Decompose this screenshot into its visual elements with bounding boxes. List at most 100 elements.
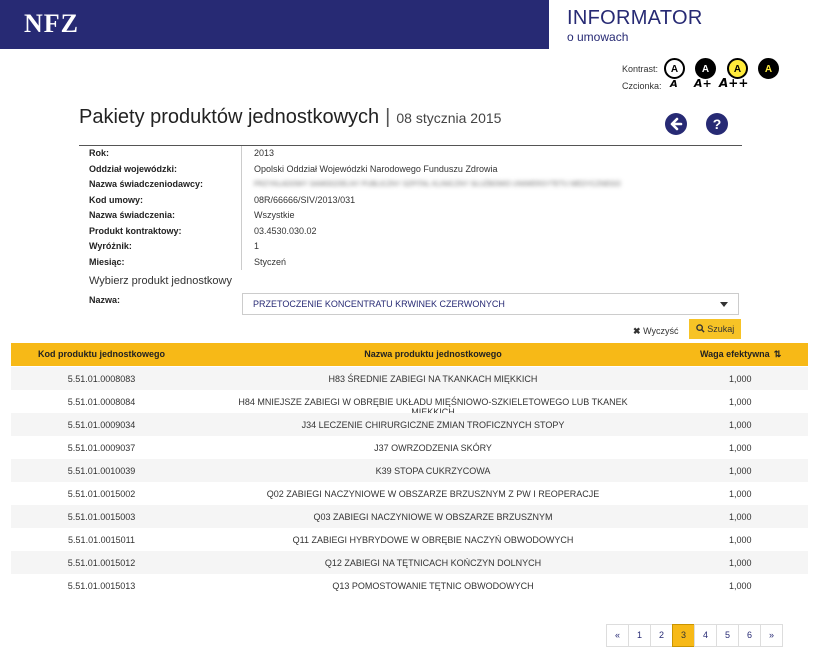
table-row[interactable]: 5.51.01.0010039 K39 STOPA CUKRZYCOWA 1,000 bbox=[11, 459, 808, 482]
cell-code: 5.51.01.0015011 bbox=[68, 535, 135, 545]
page-title-text: Pakiety produktów jednostkowych bbox=[79, 106, 380, 128]
font-xlarge-button[interactable]: A++ bbox=[719, 76, 748, 90]
detail-value: 1 bbox=[254, 241, 260, 251]
table-row[interactable]: 5.51.01.0008084 H84 MNIEJSZE ZABIEGI W OB… bbox=[11, 390, 808, 417]
column-header-name[interactable]: Nazwa produktu jednostkowego bbox=[233, 349, 633, 359]
cell-name: H83 ŚREDNIE ZABIEGI NA TKANKACH MIĘKKICH bbox=[328, 374, 538, 384]
search-label: Szukaj bbox=[707, 324, 735, 334]
table-row[interactable]: 5.51.01.0009037 J37 OWRZODZENIA SKÓRY 1,00… bbox=[11, 436, 808, 459]
contract-details: Rok: 2013 Oddział wojewódzki: Opolski Oddz… bbox=[79, 145, 742, 270]
cell-weight: 1,000 bbox=[729, 420, 752, 430]
font-size-label: Czcionka: bbox=[622, 81, 662, 91]
table-row[interactable]: 5.51.01.0008083 H83 ŚREDNIE ZABIEGI NA TK… bbox=[11, 367, 808, 390]
help-button[interactable]: ? bbox=[706, 113, 728, 135]
page-button[interactable]: 1 bbox=[628, 624, 651, 647]
page-button[interactable]: 4 bbox=[694, 624, 717, 647]
cell-weight: 1,000 bbox=[729, 443, 752, 453]
table-row[interactable]: 5.51.01.0009034 J34 LECZENIE CHIRURGICZNE… bbox=[11, 413, 808, 436]
font-large-button[interactable]: A+ bbox=[694, 77, 712, 90]
detail-row: Produkt kontraktowy: 03.4530.030.02 bbox=[79, 223, 742, 239]
table-row[interactable]: 5.51.01.0015003 Q03 ZABIEGI NACZYNIOWE W … bbox=[11, 505, 808, 528]
cell-code: 5.51.01.0009037 bbox=[67, 443, 136, 453]
sort-icon[interactable]: ⇅ bbox=[774, 349, 782, 359]
cell-name: Q13 POMOSTOWANIE TĘTNIC OBWODOWYCH bbox=[332, 581, 534, 591]
nfz-logo[interactable]: NFZ bbox=[24, 9, 79, 39]
name-label: Nazwa: bbox=[89, 295, 121, 305]
cell-name: Q03 ZABIEGI NACZYNIOWE W OBSZARZE BRZUSZ… bbox=[313, 512, 553, 522]
cell-weight: 1,000 bbox=[729, 397, 752, 407]
chevron-down-icon bbox=[720, 302, 728, 307]
clear-button[interactable]: ✖ Wyczyść bbox=[633, 322, 678, 340]
cell-weight: 1,000 bbox=[729, 466, 752, 476]
detail-value: Wszystkie bbox=[254, 210, 295, 220]
detail-row: Nazwa świadczenia: Wszystkie bbox=[79, 208, 742, 224]
font-normal-button[interactable]: A bbox=[670, 79, 678, 90]
title-separator: | bbox=[385, 106, 391, 128]
close-icon: ✖ bbox=[633, 326, 641, 336]
cell-weight: 1,000 bbox=[729, 535, 752, 545]
cell-code: 5.51.01.0015002 bbox=[67, 489, 136, 499]
detail-row: Kod umowy: 08R/66666/SIV/2013/031 bbox=[79, 192, 742, 208]
cell-code: 5.51.01.0015012 bbox=[67, 558, 136, 568]
product-select-value: PRZETOCZENIE KONCENTRATU KRWINEK CZERWON… bbox=[253, 299, 505, 309]
cell-weight: 1,000 bbox=[729, 489, 752, 499]
cell-code: 5.51.01.0008084 bbox=[67, 397, 136, 407]
table-row[interactable]: 5.51.01.0015011 Q11 ZABIEGI HYBRYDOWE W O… bbox=[11, 528, 808, 551]
column-header-code[interactable]: Kod produktu jednostkowego bbox=[11, 349, 192, 359]
cell-name: Q02 ZABIEGI NACZYNIOWE W OBSZARZE BRZUSZ… bbox=[266, 489, 600, 499]
detail-value: 2013 bbox=[254, 148, 275, 158]
detail-row: Nazwa świadczeniodawcy: PRZYKŁADOWY SAMOD… bbox=[79, 177, 742, 193]
detail-label: Miesiąc: bbox=[79, 254, 242, 270]
detail-label: Wyróżnik: bbox=[79, 239, 242, 255]
page-date: 08 stycznia 2015 bbox=[396, 110, 502, 126]
page-title: Pakiety produktów jednostkowych | 08 stycz… bbox=[79, 106, 501, 129]
detail-label: Nazwa świadczenia: bbox=[79, 208, 242, 224]
detail-row: Oddział wojewódzki: Opolski Oddział Wojew… bbox=[79, 161, 742, 177]
detail-label: Nazwa świadczeniodawcy: bbox=[79, 177, 242, 193]
page-prev-button[interactable]: « bbox=[606, 624, 629, 647]
detail-label: Kod umowy: bbox=[79, 192, 242, 208]
detail-row: Wyróżnik: 1 bbox=[79, 239, 742, 255]
pagination: « 1 2 3 4 5 6 » bbox=[606, 624, 783, 647]
detail-label: Oddział wojewódzki: bbox=[79, 161, 242, 177]
back-button[interactable] bbox=[665, 113, 687, 135]
detail-label: Produkt kontraktowy: bbox=[79, 223, 242, 239]
contrast-label: Kontrast: bbox=[622, 64, 659, 74]
table-body: 5.51.01.0008083 H83 ŚREDNIE ZABIEGI NA TK… bbox=[11, 367, 808, 597]
table-row[interactable]: 5.51.01.0015002 Q02 ZABIEGI NACZYNIOWE W … bbox=[11, 482, 808, 505]
arrow-left-icon bbox=[665, 117, 687, 138]
contrast-black-yellow-button[interactable]: A bbox=[758, 58, 779, 79]
search-icon bbox=[695, 324, 708, 334]
detail-row: Miesiąc: Styczeń bbox=[79, 254, 742, 270]
informator-subtitle: o umowach bbox=[567, 30, 629, 44]
detail-label: Rok: bbox=[79, 146, 242, 162]
cell-name: J37 OWRZODZENIA SKÓRY bbox=[374, 443, 492, 453]
search-button[interactable]: Szukaj bbox=[689, 319, 741, 339]
contrast-normal-button[interactable]: A bbox=[664, 58, 685, 79]
column-header-weight[interactable]: Waga efektywna ⇅ bbox=[700, 349, 781, 360]
product-select[interactable]: PRZETOCZENIE KONCENTRATU KRWINEK CZERWON… bbox=[242, 293, 739, 315]
cell-code: 5.51.01.0015013 bbox=[67, 581, 136, 591]
cell-name: J34 LECZENIE CHIRURGICZNE ZMIAN TROFICZN… bbox=[301, 420, 565, 430]
cell-name: K39 STOPA CUKRZYCOWA bbox=[375, 466, 491, 476]
table-row[interactable]: 5.51.01.0015013 Q13 POMOSTOWANIE TĘTNIC O… bbox=[11, 574, 808, 597]
table-row[interactable]: 5.51.01.0015012 Q12 ZABIEGI NA TĘTNICACH … bbox=[11, 551, 808, 574]
cell-code: 5.51.01.0008083 bbox=[67, 374, 136, 384]
cell-name: Q12 ZABIEGI NA TĘTNICACH KOŃCZYN DOLNYCH bbox=[324, 558, 542, 568]
page-button[interactable]: 6 bbox=[738, 624, 761, 647]
page-button-active[interactable]: 3 bbox=[672, 624, 695, 647]
cell-weight: 1,000 bbox=[729, 374, 752, 384]
cell-name: Q11 ZABIEGI HYBRYDOWE W OBRĘBIE NACZYŃ O… bbox=[292, 535, 574, 545]
cell-code: 5.51.01.0009034 bbox=[67, 420, 136, 430]
cell-code: 5.51.01.0015003 bbox=[67, 512, 136, 522]
cell-weight: 1,000 bbox=[729, 558, 752, 568]
table-header: Kod produktu jednostkowego Nazwa produkt… bbox=[11, 343, 808, 366]
question-icon: ? bbox=[712, 116, 722, 132]
page-button[interactable]: 2 bbox=[650, 624, 673, 647]
page-button[interactable]: 5 bbox=[716, 624, 739, 647]
detail-value-blurred: PRZYKŁADOWY SAMODZIELNY PUBLICZNY SZPITA… bbox=[254, 181, 621, 188]
informator-box: INFORMATOR o umowach bbox=[545, 0, 819, 49]
detail-value: 08R/66666/SIV/2013/031 bbox=[254, 194, 356, 205]
contrast-dark-button[interactable]: A bbox=[695, 58, 716, 79]
page-next-button[interactable]: » bbox=[760, 624, 783, 647]
